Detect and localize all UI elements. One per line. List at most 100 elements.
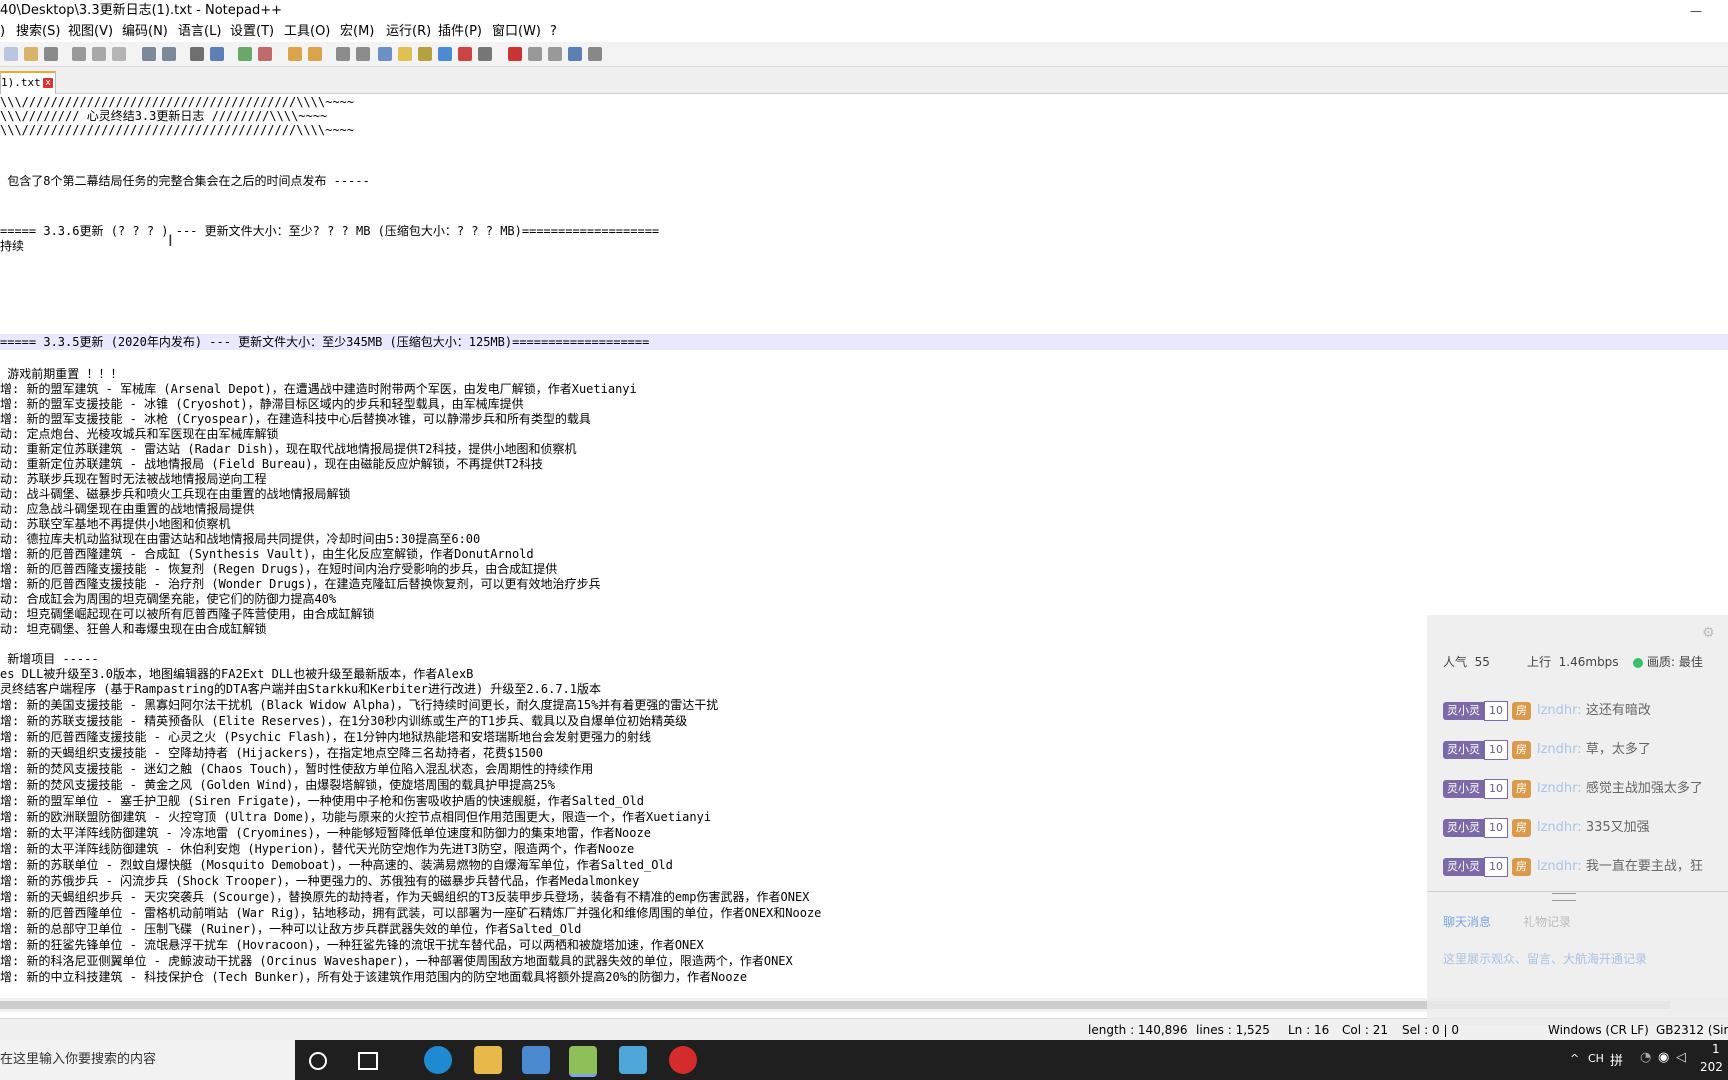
menu-view[interactable]: 视图(V) <box>68 22 113 42</box>
text-line: 持续 <box>0 239 25 253</box>
chat-username: lzndhr: <box>1537 859 1582 874</box>
chat-message: 灵小灵 10 房 lzndhr: 我一直在要主战，狂 <box>1443 856 1728 878</box>
redo-icon[interactable] <box>162 47 176 61</box>
fan-level: 10 <box>1484 856 1508 877</box>
menu-tools[interactable]: 工具(O) <box>284 22 330 42</box>
find-icon[interactable] <box>190 47 204 61</box>
open-file-icon[interactable] <box>24 47 38 61</box>
text-line <box>0 286 1728 302</box>
upload-stat: 上行 1.46mbps <box>1527 655 1619 669</box>
tray-app-icon[interactable]: ◔ <box>1640 1050 1651 1065</box>
run-macro-multiple-icon[interactable] <box>568 47 582 61</box>
status-dot-icon <box>1633 657 1643 668</box>
copy-icon[interactable] <box>92 47 106 61</box>
file-explorer-icon[interactable] <box>474 1046 502 1074</box>
play-macro-icon[interactable] <box>548 47 562 61</box>
menu-plugins[interactable]: 插件(P) <box>438 22 482 42</box>
menu-language[interactable]: 语言(L) <box>178 22 221 42</box>
udl-icon[interactable] <box>398 47 412 61</box>
tab-file[interactable]: 1).txt x <box>0 71 56 94</box>
show-all-chars-icon[interactable] <box>356 47 370 61</box>
menu-bar: ) 搜索(S) 视图(V) 编码(N) 语言(L) 设置(T) 工具(O) 宏(… <box>0 22 1728 42</box>
scrollbar-thumb[interactable] <box>0 1001 1670 1009</box>
tab-chat-messages[interactable]: 聊天消息 <box>1443 913 1491 930</box>
chat-message: 灵小灵 10 房 lzndhr: 这还有暗改 <box>1443 700 1728 722</box>
chevron-up-icon[interactable]: ^ <box>1570 1052 1579 1065</box>
menu-settings[interactable]: 设置(T) <box>230 22 274 42</box>
text-line: 动: 应急战斗碉堡现在由重置的战地情报局提供 <box>0 502 255 516</box>
replace-icon[interactable] <box>210 47 224 61</box>
clock-time[interactable]: 1 <box>1712 1042 1720 1056</box>
text-line: 动: 重新定位苏联建筑 - 战地情报局 (Field Bureau)，现在由磁能… <box>0 457 543 471</box>
stop-macro-icon[interactable] <box>528 47 542 61</box>
fan-level: 10 <box>1484 739 1508 760</box>
zoom-in-icon[interactable] <box>238 47 252 61</box>
zoom-out-icon[interactable] <box>258 47 272 61</box>
edge-browser-icon[interactable] <box>424 1046 452 1074</box>
undo-icon[interactable] <box>142 47 156 61</box>
word-wrap-icon[interactable] <box>336 47 350 61</box>
paste-icon[interactable] <box>112 47 126 61</box>
menu-run[interactable]: 运行(R) <box>386 22 431 42</box>
text-line: 增: 新的盟军建筑 - 军械库 (Arsenal Depot)，在遭遇战中建造时… <box>0 382 637 396</box>
text-line: 增: 新的盟军支援技能 - 冰锥 (Cryoshot)，静滞目标区域内的步兵和轻… <box>0 397 524 411</box>
fan-badge: 灵小灵 <box>1443 857 1484 876</box>
indent-guide-icon[interactable] <box>378 47 392 61</box>
netease-music-icon[interactable] <box>669 1046 697 1074</box>
chat-message: 灵小灵 10 房 lzndhr: 草，太多了 <box>1443 739 1728 761</box>
text-line: 动: 合成缸会为周围的坦克碉堡充能，使它们的防御力提高40% <box>0 592 337 606</box>
text-line <box>0 270 1728 286</box>
folder-workspace-icon[interactable] <box>458 47 472 61</box>
tab-gift-records[interactable]: 礼物记录 <box>1523 913 1571 930</box>
resize-handle-icon[interactable] <box>1552 893 1576 901</box>
minimize-button[interactable]: — <box>1690 0 1702 22</box>
record-macro-icon[interactable] <box>508 47 522 61</box>
tab-bar: 1).txt x <box>0 67 1728 94</box>
menu-file-fragment[interactable]: ) <box>0 22 5 42</box>
settings-gear-icon[interactable]: ⚙ <box>1702 625 1715 641</box>
game-client-icon[interactable] <box>619 1046 647 1074</box>
menu-encoding[interactable]: 编码(N) <box>122 22 168 42</box>
room-badge: 房 <box>1512 779 1531 798</box>
tray-ime[interactable]: 拼 <box>1610 1050 1623 1069</box>
text-line: 动: 苏联空军基地不再提供小地图和侦察机 <box>0 517 231 531</box>
clock-date[interactable]: 202 <box>1700 1060 1723 1074</box>
new-file-icon[interactable] <box>4 47 18 61</box>
overlay-footer-note: 这里展示观众、留言、大航海开通记录 <box>1443 952 1648 966</box>
text-line: 增: 新的厄普西隆支援技能 - 治疗剂 (Wonder Drugs)，在建造克隆… <box>0 577 601 591</box>
sync-vertical-icon[interactable] <box>288 47 302 61</box>
windows-taskbar: 在这里输入你要搜索的内容 ^ CH 拼 ◔ ◉ ◁ 1 202 <box>0 1040 1728 1080</box>
volume-icon[interactable]: ◁ <box>1676 1050 1686 1065</box>
print-icon[interactable] <box>44 47 58 61</box>
menu-macro[interactable]: 宏(M) <box>340 22 374 42</box>
menu-search[interactable]: 搜索(S) <box>16 22 60 42</box>
text-line: 动: 定点炮台、光棱攻城兵和军医现在由军械库解锁 <box>0 427 279 441</box>
doc-map-icon[interactable] <box>418 47 432 61</box>
chat-text: 我一直在要主战，狂 <box>1585 859 1703 874</box>
text-line: 游戏前期重置 ！！！ <box>0 367 123 381</box>
save-macro-icon[interactable] <box>588 47 602 61</box>
monitor-icon[interactable] <box>478 47 492 61</box>
cortana-icon[interactable] <box>309 1052 327 1070</box>
notepad-plus-plus-icon[interactable] <box>569 1046 597 1077</box>
text-line: 增: 新的厄普西隆建筑 - 合成缸 (Synthesis Vault)，由生化反… <box>0 547 534 561</box>
menu-help[interactable]: ? <box>550 22 557 42</box>
cut-icon[interactable] <box>72 47 86 61</box>
tray-language[interactable]: CH <box>1588 1052 1604 1065</box>
menu-window[interactable]: 窗口(W) <box>492 22 541 42</box>
sync-horizontal-icon[interactable] <box>308 47 322 61</box>
status-lines: lines : 1,525 <box>1196 1023 1270 1037</box>
mouse-ibeam-cursor: I <box>168 231 173 250</box>
current-line: ===== 3.3.5更新 (2020年内发布) --- 更新文件大小：至少34… <box>0 334 1728 350</box>
fan-level: 10 <box>1484 778 1508 799</box>
chat-text: 草，太多了 <box>1585 742 1651 757</box>
tray-user-icon[interactable]: ◉ <box>1658 1050 1669 1065</box>
task-view-icon[interactable] <box>358 1052 378 1070</box>
taskbar-search-box[interactable]: 在这里输入你要搜索的内容 <box>0 1040 295 1080</box>
chat-text: 这还有暗改 <box>1585 703 1651 718</box>
mail-app-icon[interactable] <box>522 1046 550 1074</box>
function-list-icon[interactable] <box>438 47 452 61</box>
close-tab-icon[interactable]: x <box>43 78 53 88</box>
room-badge: 房 <box>1512 857 1531 876</box>
quality-stat: 画质: 最佳 <box>1633 653 1703 670</box>
